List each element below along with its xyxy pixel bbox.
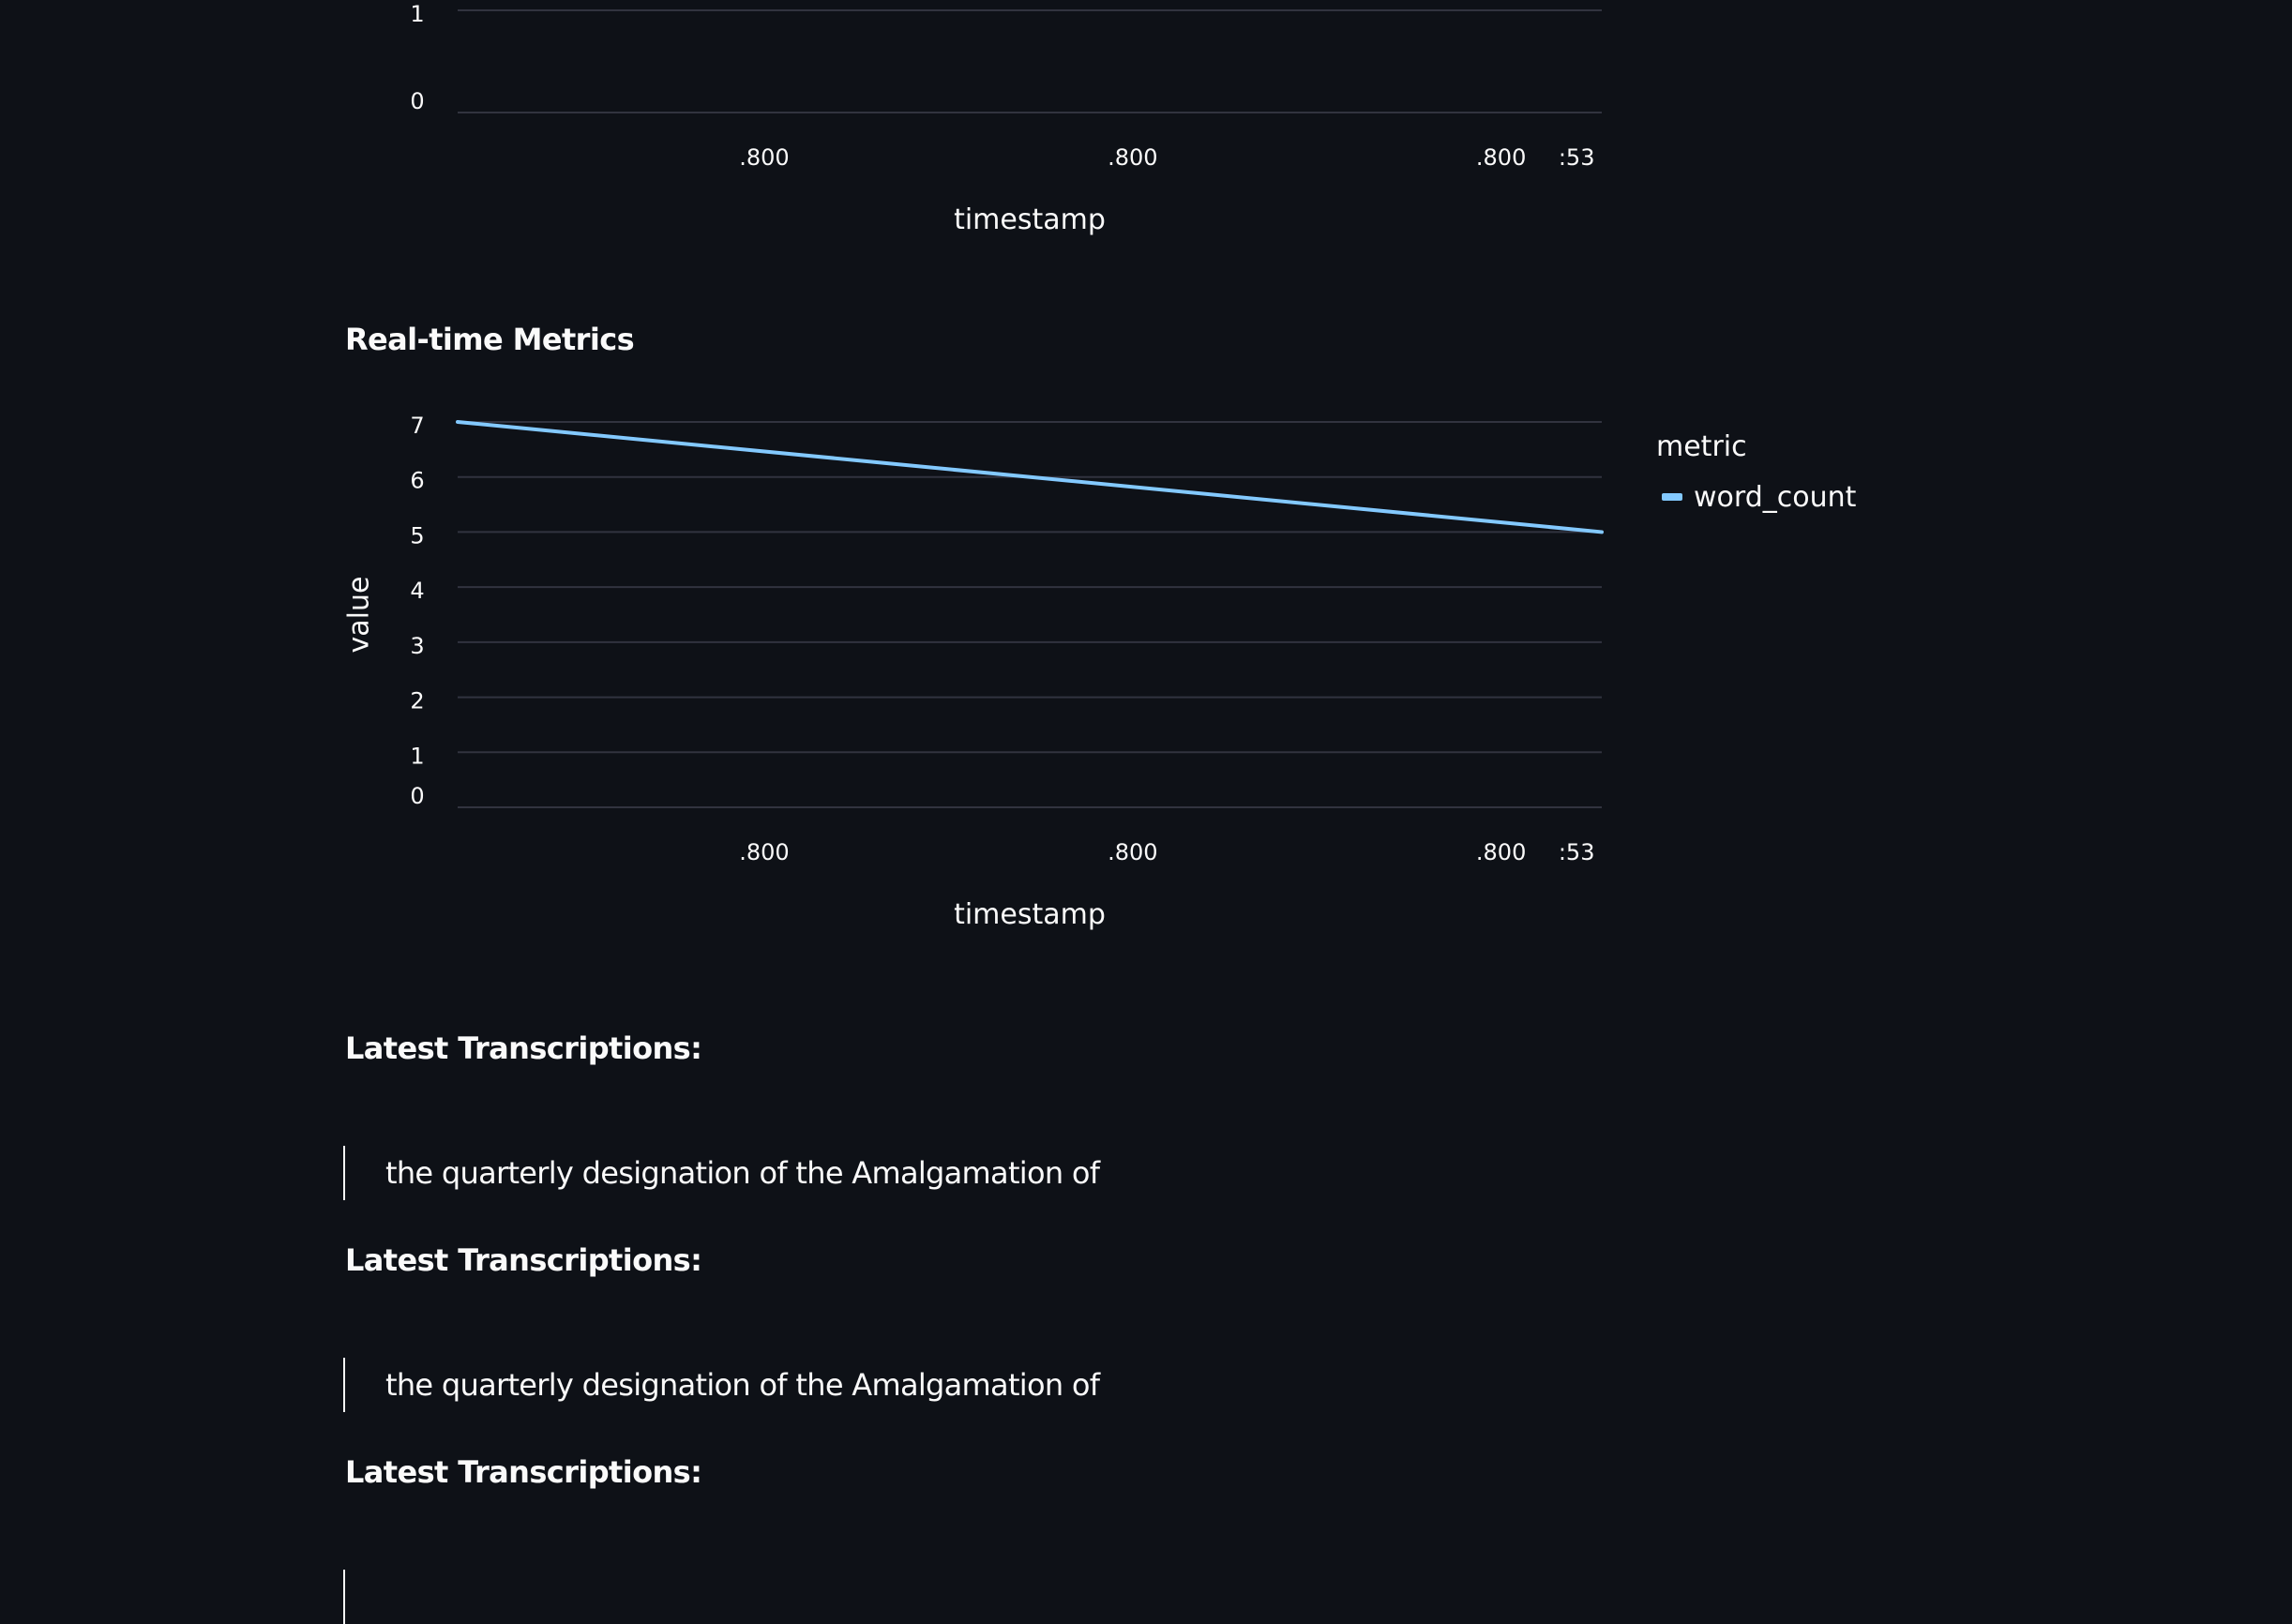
y-tick-label: 6: [410, 468, 424, 494]
y-tick-label: 4: [410, 578, 424, 604]
transcription-text: the quarterly designation of the Amalgam…: [385, 1155, 1100, 1191]
x-axis-title: timestamp: [954, 898, 1106, 931]
chart-top-svg: 012.800.800.800:53timestamp: [410, 1, 1602, 236]
transcription-quote: the quarterly designation of the Amalgam…: [343, 1146, 1100, 1200]
x-tick-label: :53: [1559, 144, 1595, 171]
y-tick-label: 2: [410, 688, 424, 714]
x-tick-label: .800: [1476, 144, 1526, 171]
y-tick-label: 3: [410, 633, 424, 659]
transcriptions-heading: Latest Transcriptions:: [345, 1454, 702, 1490]
transcription-quote: [343, 1570, 385, 1624]
x-axis-title: timestamp: [954, 203, 1106, 236]
transcription-text: the quarterly designation of the Amalgam…: [385, 1367, 1100, 1403]
transcriptions-heading: Latest Transcriptions:: [345, 1242, 702, 1278]
y-tick-label: 5: [410, 522, 424, 549]
y-tick-label: 7: [410, 413, 424, 439]
transcriptions-heading: Latest Transcriptions:: [345, 1030, 702, 1066]
legend-swatch: [1662, 493, 1682, 501]
legend-title: metric: [1656, 430, 1747, 463]
y-axis-title: value: [343, 577, 376, 654]
y-tick-label: 0: [410, 88, 424, 114]
section-title-realtime-metrics: Real-time Metrics: [345, 322, 635, 357]
x-tick-label: .800: [1108, 839, 1157, 865]
x-tick-label: .800: [739, 144, 789, 171]
legend-item-word_count: word_count: [1694, 481, 1857, 514]
x-tick-label: .800: [739, 839, 789, 865]
transcription-quote: the quarterly designation of the Amalgam…: [343, 1358, 1100, 1412]
chart-realtime-metrics-svg: 0 1 2 3 4 5 6 7 .800 .800 .800 :53 timestamp value met…: [343, 413, 1857, 931]
y-tick-label: 1: [410, 1, 424, 27]
y-tick-label: 1: [410, 743, 424, 769]
x-tick-label: .800: [1476, 839, 1526, 865]
y-tick-label: 0: [410, 783, 424, 809]
x-tick-label: :53: [1559, 839, 1595, 865]
chart-realtime-metrics[interactable]: 0 1 2 3 4 5 6 7 .800 .800 .800 :53 timestamp value met…: [338, 398, 1969, 998]
x-tick-label: .800: [1108, 144, 1157, 171]
